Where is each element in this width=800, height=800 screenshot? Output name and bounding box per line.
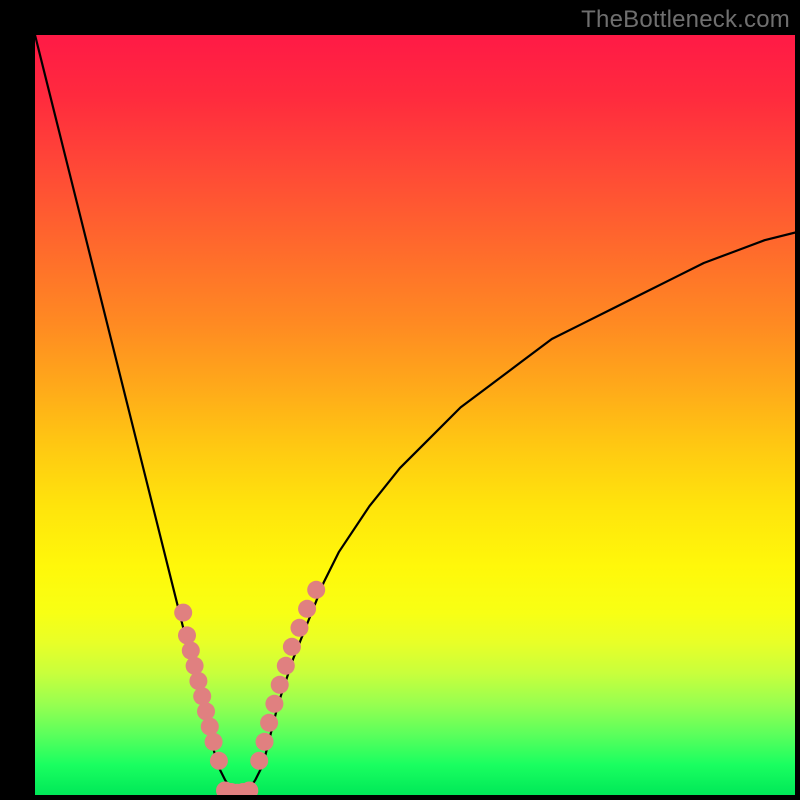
curve-dot [290, 619, 308, 637]
curve-dot [271, 676, 289, 694]
curve-dot [277, 657, 295, 675]
curve-dot [178, 626, 196, 644]
curve-dot [256, 733, 274, 751]
curve-dot [283, 638, 301, 656]
curve-dot [260, 714, 278, 732]
plot-area [35, 35, 795, 795]
curve-dot [189, 672, 207, 690]
watermark-text: TheBottleneck.com [581, 6, 790, 34]
curve-dot [265, 695, 283, 713]
curve-dot [201, 718, 219, 736]
chart-frame: TheBottleneck.com [0, 0, 800, 800]
curve-dot [197, 702, 215, 720]
curve-dot [250, 752, 268, 770]
curve-dot [210, 752, 228, 770]
curve-dots [174, 581, 325, 795]
curve-dot [307, 581, 325, 599]
bottleneck-curve [35, 35, 795, 793]
curve-dot [182, 642, 200, 660]
curve-dot [186, 657, 204, 675]
curve-dot [298, 600, 316, 618]
curve-dot [193, 687, 211, 705]
bottleneck-curve-svg [35, 35, 795, 795]
curve-dot [174, 604, 192, 622]
curve-dot [205, 733, 223, 751]
